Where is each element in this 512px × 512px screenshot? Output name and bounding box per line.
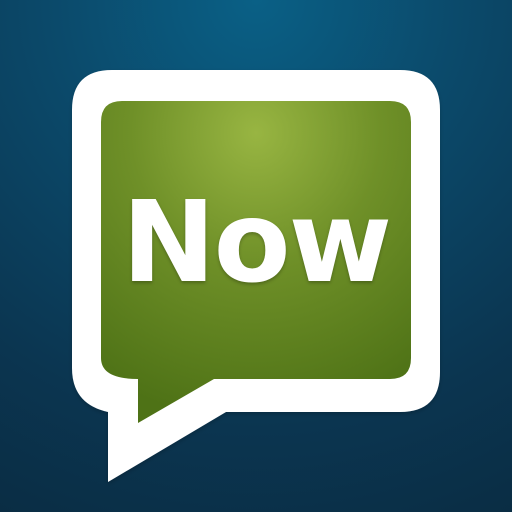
app-icon: Now [0,0,512,512]
now-label: Now [121,178,392,308]
